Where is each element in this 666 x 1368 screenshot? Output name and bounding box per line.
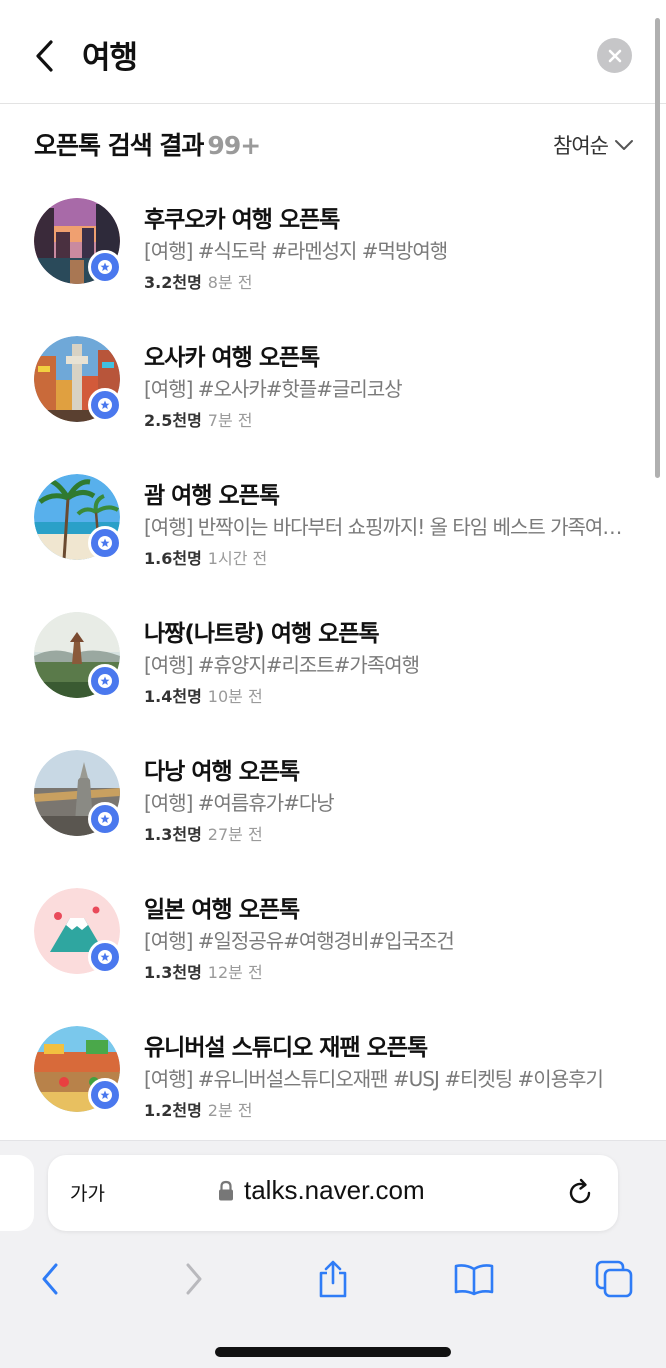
item-meta: 2.5천명 7분 전: [144, 407, 253, 431]
member-count: 1.6천명: [144, 549, 202, 568]
item-title: 유니버설 스튜디오 재팬 오픈톡: [144, 1035, 428, 1061]
list-item[interactable]: 괌 여행 오픈톡 [여행] 반짝이는 바다부터 쇼핑까지! 올 타임 베스트 가…: [0, 464, 666, 594]
member-count: 1.3천명: [144, 963, 202, 982]
openchat-badge-icon: [98, 260, 112, 274]
list-item[interactable]: 나짱(나트랑) 여행 오픈톡 [여행] #휴양지#리조트#가족여행 1.4천명 1…: [0, 602, 666, 732]
browser-back-button[interactable]: [28, 1257, 72, 1301]
thumbnail: [34, 474, 122, 560]
share-icon: [319, 1260, 347, 1298]
openchat-badge: [88, 940, 122, 974]
search-query[interactable]: 여행: [82, 32, 138, 77]
last-activity: 1시간 전: [207, 549, 268, 568]
item-meta: 1.4천명 10분 전: [144, 683, 263, 707]
member-count: 1.3천명: [144, 825, 202, 844]
reload-button[interactable]: [564, 1177, 596, 1209]
openchat-badge-icon: [98, 812, 112, 826]
item-tags: [여행] #식도락 #라멘성지 #먹방여행: [144, 239, 448, 263]
clear-x-icon: [608, 49, 621, 62]
thumbnail: [34, 336, 122, 422]
last-activity: 27분 전: [207, 825, 263, 844]
item-title: 일본 여행 오픈톡: [144, 897, 300, 923]
url-text: talks.naver.com: [244, 1175, 425, 1205]
item-title: 후쿠오카 여행 오픈톡: [144, 207, 340, 233]
bookmarks-button[interactable]: [452, 1257, 496, 1301]
member-count: 1.4천명: [144, 687, 202, 706]
member-count: 2.5천명: [144, 411, 202, 430]
item-meta: 1.6천명 1시간 전: [144, 545, 267, 569]
list-item[interactable]: 후쿠오카 여행 오픈톡 [여행] #식도락 #라멘성지 #먹방여행 3.2천명 8…: [0, 188, 666, 318]
thumbnail: [34, 1026, 122, 1112]
lock-icon: [219, 1180, 233, 1200]
thumbnail: [34, 888, 122, 974]
item-tags: [여행] #오사카#핫플#글리코상: [144, 377, 403, 401]
address-bar[interactable]: 가가 talks.naver.com: [48, 1155, 618, 1231]
clear-search-button[interactable]: [597, 38, 632, 73]
item-title: 다낭 여행 오픈톡: [144, 759, 300, 785]
list-item[interactable]: 오사카 여행 오픈톡 [여행] #오사카#핫플#글리코상 2.5천명 7분 전: [0, 326, 666, 456]
results-header: 오픈톡 검색 결과 99+ 참여순: [34, 126, 634, 166]
previous-tab-preview[interactable]: [0, 1155, 34, 1231]
item-meta: 3.2천명 8분 전: [144, 269, 253, 293]
item-tags: [여행] 반짝이는 바다부터 쇼핑까지! 올 타임 베스트 가족여행지: [144, 515, 629, 539]
top-bar: 여행: [0, 0, 666, 104]
item-tags: [여행] #여름휴가#다낭: [144, 791, 335, 815]
item-meta: 1.3천명 12분 전: [144, 959, 263, 983]
chevron-right-icon: [186, 1263, 202, 1295]
browser-toolbar: [0, 1247, 666, 1307]
share-button[interactable]: [311, 1257, 355, 1301]
thumbnail: [34, 198, 122, 284]
back-button[interactable]: [24, 34, 64, 78]
results-title: 오픈톡 검색 결과 99+: [34, 126, 261, 162]
list-item[interactable]: 다낭 여행 오픈톡 [여행] #여름휴가#다낭 1.3천명 27분 전: [0, 740, 666, 870]
item-title: 오사카 여행 오픈톡: [144, 345, 320, 371]
page-settings-button[interactable]: 가가: [70, 1179, 105, 1206]
openchat-badge-icon: [98, 536, 112, 550]
sort-label: 참여순: [553, 134, 609, 158]
openchat-badge: [88, 802, 122, 836]
openchat-badge-icon: [98, 1088, 112, 1102]
last-activity: 8분 전: [207, 273, 253, 292]
item-tags: [여행] #일정공유#여행경비#입국조건: [144, 929, 455, 953]
bookmarks-icon: [454, 1264, 494, 1296]
last-activity: 2분 전: [207, 1101, 253, 1120]
item-meta: 1.2천명 2분 전: [144, 1097, 253, 1121]
item-meta: 1.3천명 27분 전: [144, 821, 263, 845]
openchat-badge-icon: [98, 398, 112, 412]
sort-dropdown[interactable]: 참여순: [553, 130, 634, 160]
item-tags: [여행] #유니버설스튜디오재팬 #USJ #티켓팅 #이용후기: [144, 1067, 604, 1091]
item-tags: [여행] #휴양지#리조트#가족여행: [144, 653, 420, 677]
browser-forward-button[interactable]: [172, 1257, 216, 1301]
results-title-text: 오픈톡 검색 결과: [34, 131, 204, 160]
openchat-badge: [88, 250, 122, 284]
item-title: 괌 여행 오픈톡: [144, 483, 280, 509]
openchat-badge-icon: [98, 674, 112, 688]
chevron-left-icon: [42, 1263, 58, 1295]
openchat-badge: [88, 664, 122, 698]
last-activity: 12분 전: [207, 963, 263, 982]
openchat-badge: [88, 526, 122, 560]
chevron-left-icon: [36, 40, 53, 72]
tabs-button[interactable]: [592, 1257, 636, 1301]
list-item[interactable]: 유니버설 스튜디오 재팬 오픈톡 [여행] #유니버설스튜디오재팬 #USJ #…: [0, 1016, 666, 1146]
openchat-badge-icon: [98, 950, 112, 964]
results-count: 99+: [207, 131, 261, 160]
thumbnail: [34, 612, 122, 698]
member-count: 1.2천명: [144, 1101, 202, 1120]
member-count: 3.2천명: [144, 273, 202, 292]
tabs-icon: [595, 1260, 633, 1298]
thumbnail: [34, 750, 122, 836]
chevron-down-icon: [615, 140, 633, 150]
home-indicator: [215, 1347, 451, 1357]
reload-icon: [569, 1178, 591, 1204]
browser-bottom-bar: 가가 talks.naver.com: [0, 1140, 666, 1368]
url-display[interactable]: talks.naver.com: [218, 1175, 425, 1206]
item-title: 나짱(나트랑) 여행 오픈톡: [144, 621, 380, 647]
last-activity: 7분 전: [207, 411, 253, 430]
list-item[interactable]: 일본 여행 오픈톡 [여행] #일정공유#여행경비#입국조건 1.3천명 12분 …: [0, 878, 666, 1008]
openchat-badge: [88, 1078, 122, 1112]
last-activity: 10분 전: [207, 687, 263, 706]
openchat-badge: [88, 388, 122, 422]
